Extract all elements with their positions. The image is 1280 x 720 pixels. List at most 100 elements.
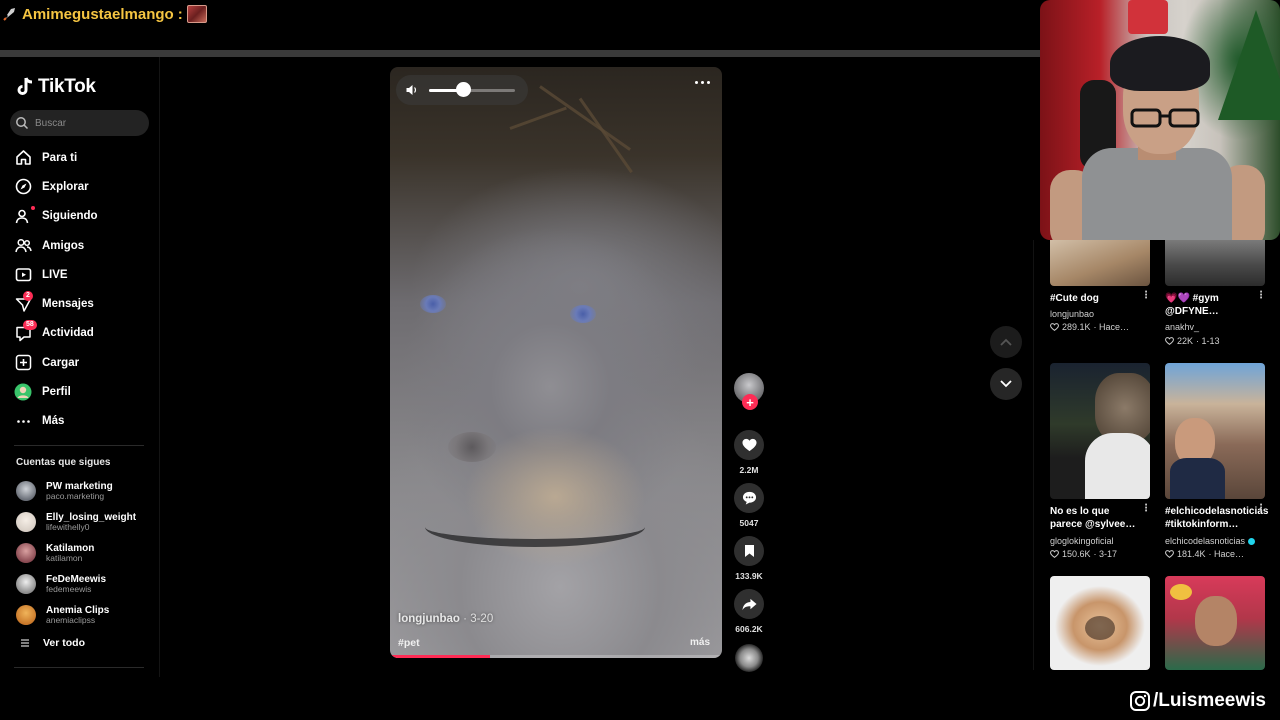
- nav-label: Actividad: [42, 327, 94, 340]
- card-title[interactable]: #Cute dog: [1050, 292, 1140, 305]
- following-account[interactable]: Anemia Clips anemiaclipss: [16, 599, 136, 630]
- card-username[interactable]: longjunbao: [1050, 309, 1094, 319]
- nav-label: Siguiendo: [42, 210, 98, 223]
- video-more-button[interactable]: más: [690, 637, 710, 648]
- christmas-tree: [1218, 10, 1280, 120]
- heart-outline-icon: [1165, 550, 1174, 558]
- card-username[interactable]: anakhv_: [1165, 322, 1199, 332]
- author-avatar[interactable]: +: [734, 373, 764, 410]
- account-avatar: [16, 604, 36, 625]
- music-disc-icon[interactable]: [735, 644, 763, 672]
- comment-button[interactable]: [734, 483, 764, 513]
- chat-emote-icon: [186, 5, 207, 23]
- video-thumbnail[interactable]: [1050, 240, 1150, 286]
- video-frame-detail: [570, 305, 596, 323]
- comment-count: 5047: [739, 518, 759, 528]
- following-account[interactable]: PW marketing paco.marketing: [16, 476, 136, 507]
- webcam-detail: [1082, 148, 1232, 240]
- volume-slider[interactable]: [429, 81, 515, 97]
- see-all-link[interactable]: Ver todo: [20, 637, 85, 649]
- like-count: 2.2M: [739, 465, 759, 475]
- card-username[interactable]: elchicodelasnoticias: [1165, 536, 1256, 546]
- activity-badge: 58: [23, 320, 37, 331]
- account-name: Anemia Clips: [46, 604, 110, 616]
- card-username-text[interactable]: elchicodelasnoticias: [1165, 536, 1245, 546]
- card-title[interactable]: 💗💜 #gym @DFYNE…: [1165, 292, 1255, 318]
- sidebar-bottom-divider: [14, 667, 144, 668]
- following-account[interactable]: Katilamon katilamon: [16, 538, 136, 569]
- card-more-icon[interactable]: ⋮: [1256, 290, 1266, 301]
- following-account[interactable]: FeDeMeewis fedemeewis: [16, 568, 136, 599]
- video-frame-detail: [448, 432, 496, 462]
- nav-label: Más: [42, 415, 65, 428]
- account-handle: katilamon: [46, 552, 83, 563]
- nav-label: Mensajes: [42, 298, 94, 311]
- account-handle: lifewithelly0: [46, 522, 90, 533]
- card-more-icon[interactable]: ⋮: [1256, 503, 1266, 514]
- video-thumbnail[interactable]: [1165, 240, 1265, 286]
- nav-item-siguiendo[interactable]: Siguiendo: [14, 202, 98, 231]
- nav-item-actividad[interactable]: 58 Actividad: [14, 319, 98, 348]
- nav-item-live[interactable]: LIVE: [14, 260, 98, 289]
- card-title[interactable]: #elchicodelasnoticias #tiktokinform…: [1165, 505, 1268, 531]
- video-author-name[interactable]: longjunbao: [398, 613, 460, 625]
- card-title[interactable]: No es lo que parece @sylvee…: [1050, 505, 1140, 531]
- video-thumbnail[interactable]: [1165, 363, 1265, 499]
- nav-label: LIVE: [42, 268, 68, 281]
- card-more-icon[interactable]: ⋮: [1141, 503, 1151, 514]
- nav-item-amigos[interactable]: Amigos: [14, 231, 98, 260]
- card-more-icon[interactable]: ⋮: [1141, 290, 1151, 301]
- home-icon: [14, 149, 32, 167]
- nav-item-perfil[interactable]: Perfil: [14, 377, 98, 406]
- card-likes: 181.4K: [1177, 549, 1206, 559]
- volume-icon[interactable]: [405, 83, 419, 97]
- share-button[interactable]: [734, 589, 764, 619]
- video-frame-detail: [420, 295, 446, 313]
- volume-knob[interactable]: [456, 81, 472, 97]
- search-box[interactable]: [10, 110, 149, 136]
- video-options-button[interactable]: [695, 81, 710, 84]
- video-thumbnail[interactable]: [1050, 363, 1150, 499]
- nav-item-mas[interactable]: Más: [14, 407, 98, 436]
- account-avatar: [16, 512, 36, 533]
- chevron-up-icon: [1000, 338, 1012, 346]
- comment-icon: [742, 491, 756, 505]
- card-date: · Hace…: [1208, 549, 1245, 559]
- upload-icon: [14, 354, 32, 372]
- sidebar: TikTok Para ti Explorar Siguiendo: [0, 57, 160, 677]
- follow-plus-icon[interactable]: +: [742, 394, 758, 410]
- video-progress-bar[interactable]: [390, 655, 722, 658]
- nav-label: Amigos: [42, 239, 85, 252]
- video-thumbnail[interactable]: [1165, 576, 1265, 670]
- card-username[interactable]: glogloking​oficial: [1050, 536, 1114, 546]
- card-likes: 150.6K: [1062, 549, 1091, 559]
- nav-divider: [14, 445, 144, 446]
- nav-item-mensajes[interactable]: 2 Mensajes: [14, 289, 98, 318]
- video-hashtag[interactable]: #pet: [398, 637, 420, 649]
- save-button[interactable]: [734, 536, 764, 566]
- nav-item-cargar[interactable]: Cargar: [14, 348, 98, 377]
- like-button[interactable]: [734, 430, 764, 460]
- nav-item-para-ti[interactable]: Para ti: [14, 143, 98, 172]
- following-list: PW marketing paco.marketing Elly_losing_w…: [16, 476, 136, 630]
- account-handle: fedemeewis: [46, 583, 92, 594]
- video-thumbnail[interactable]: [1050, 576, 1150, 670]
- account-avatar: [16, 481, 36, 502]
- heart-outline-icon: [1050, 323, 1059, 331]
- tiktok-logo[interactable]: TikTok: [16, 76, 96, 98]
- notification-dot: [31, 206, 35, 211]
- video-player[interactable]: longjunbao · 3-20 #pet más: [390, 67, 722, 658]
- nav-item-explorar[interactable]: Explorar: [14, 172, 98, 201]
- previous-video-button[interactable]: [990, 326, 1022, 358]
- video-frame-detail: [509, 106, 567, 130]
- nav-label: Explorar: [42, 180, 89, 193]
- following-account[interactable]: Elly_losing_weight lifewithelly0: [16, 507, 136, 538]
- volume-control[interactable]: [396, 75, 528, 105]
- next-video-button[interactable]: [990, 368, 1022, 400]
- video-author[interactable]: longjunbao · 3-20: [398, 613, 493, 625]
- recommended-grid: #Cute dog ⋮ longjunbao 289.1K · Hace… 💗💜…: [1033, 240, 1280, 670]
- search-input[interactable]: [33, 116, 133, 130]
- video-frame-detail: [539, 85, 631, 151]
- logo-text: TikTok: [38, 76, 96, 97]
- instagram-handle: /Luismeewis: [1129, 690, 1266, 712]
